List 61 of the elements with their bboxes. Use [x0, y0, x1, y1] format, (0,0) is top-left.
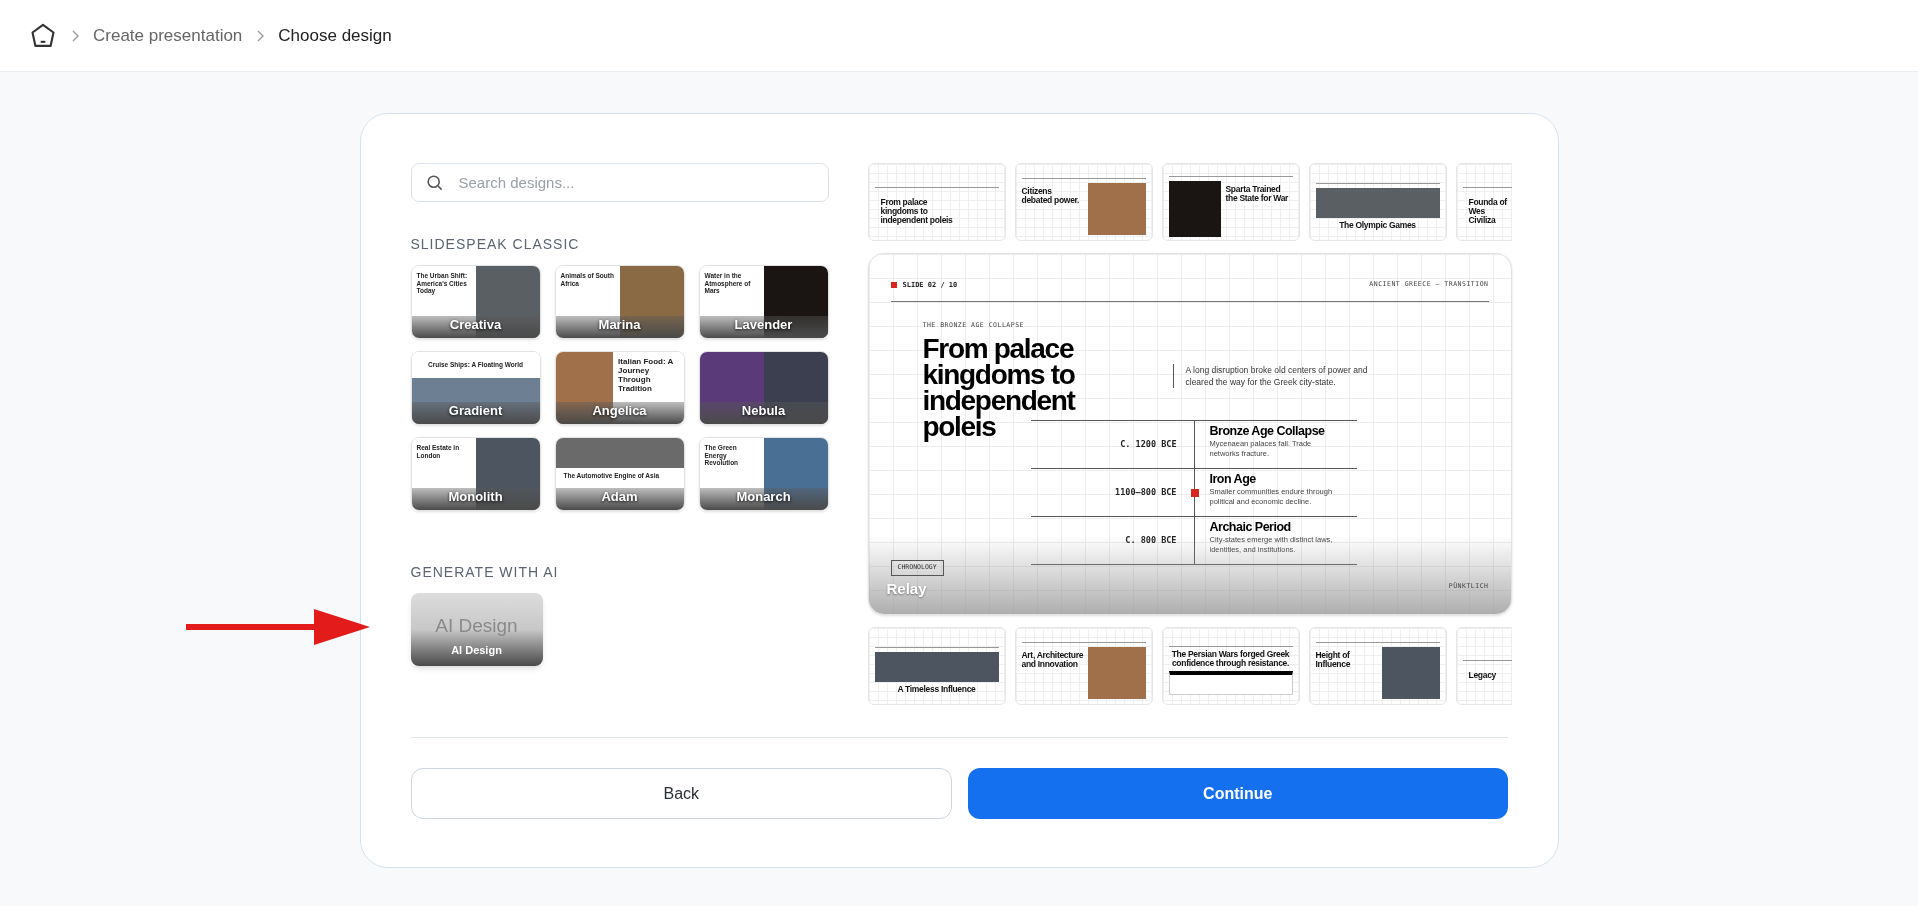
slide-heading: From palace kingdoms to independent poleis [922, 336, 1077, 441]
back-button[interactable]: Back [410, 768, 952, 819]
slide-thumbnail[interactable]: Height of Influence [1308, 627, 1447, 705]
search-icon [424, 173, 444, 192]
design-label: Marina [598, 315, 641, 334]
slide-title: Height of Influence [1315, 650, 1352, 669]
design-card[interactable]: Nebula [698, 351, 829, 425]
design-label: Gradient [448, 401, 503, 420]
slide-title: The Persian Wars forged Greek confidence through resistance. [1170, 649, 1291, 668]
timeline-date: C. 1200 BCE [1120, 438, 1177, 452]
photo-placeholder [1381, 646, 1440, 699]
photo-placeholder [1168, 180, 1221, 237]
slide-preview[interactable] [867, 253, 1512, 615]
slide-thumbnail[interactable]: Art, Architecture and Innovation [1014, 627, 1153, 705]
chevron-icon [256, 29, 265, 42]
home-icon[interactable] [29, 21, 57, 50]
slide-thumbnail[interactable]: Citizens debated power. [1014, 163, 1153, 241]
slide-title: Legacy [1468, 671, 1497, 680]
chevron-icon [71, 29, 79, 42]
design-label: Monarch [736, 487, 791, 506]
design-label: Relay [886, 578, 927, 599]
slide-thumbnail[interactable]: Founda of Wes Civiliza [1455, 163, 1512, 241]
timeline-heading: Bronze Age Collapse [1209, 424, 1326, 440]
slide-thumbnail[interactable]: The Olympic Games [1308, 163, 1447, 241]
breadcrumb-link[interactable]: Choose design [278, 22, 392, 49]
timeline-date: C. 800 BCE [1125, 534, 1177, 548]
slide-title: Citizens debated power. [1021, 186, 1081, 205]
section-heading: SLIDESPEAK CLASSIC [410, 235, 581, 254]
design-label: Lavender [734, 315, 793, 334]
continue-button[interactable]: Continue [968, 768, 1508, 819]
ai-design-preview-text: AI Design [434, 614, 519, 638]
slide-title: A Timeless Influence [897, 684, 976, 694]
slide-title: The Olympic Games [1339, 220, 1416, 230]
slide-thumbnail[interactable]: The Persian Wars forged Greek confidence through resistance. [1161, 627, 1300, 705]
design-label: Nebula [741, 401, 786, 420]
slide-title: Sparta Trained the State for War [1225, 184, 1290, 203]
section-heading: GENERATE WITH AI [410, 563, 560, 582]
breadcrumb-link[interactable]: Create presentation [93, 22, 243, 49]
slide-summary: A long disruption broke old centers of power and cleared the way for the Greek city-state. [1185, 363, 1369, 388]
slide-title: From palace kingdoms to independent poleis [880, 198, 954, 225]
slide-title: Art, Architecture and Innovation [1021, 650, 1084, 669]
timeline-heading: Iron Age [1209, 472, 1257, 488]
photo-placeholder [1087, 182, 1146, 235]
design-card[interactable]: Italian Food: A Journey Through Tradition Angelica [554, 351, 685, 425]
ai-design-card[interactable]: AI Design AI Design [410, 593, 543, 666]
slide-thumbnail[interactable]: Sparta Trained the State for War [1161, 163, 1300, 241]
slide-title: Italian Food: A Journey Through Tradition [618, 357, 675, 393]
search-field[interactable]: Search designs... [410, 163, 829, 202]
slide-title: Founda of Wes Civiliza [1468, 198, 1508, 225]
design-label: Creativa [449, 315, 502, 334]
design-label: Adam [601, 487, 638, 506]
slide-thumbnail[interactable]: From palace kingdoms to independent poleis [867, 163, 1006, 241]
photo-placeholder [1087, 646, 1146, 699]
design-label: AI Design [450, 642, 503, 658]
design-label: Monolith [448, 487, 503, 506]
timeline-heading: Archaic Period [1209, 520, 1292, 536]
slide-thumbnail[interactable]: A Timeless Influence [867, 627, 1006, 705]
slide-thumbnail[interactable]: Legacy [1455, 627, 1512, 705]
square-icon [890, 282, 897, 289]
design-label: Angelica [592, 401, 647, 420]
timeline-date: 1100–800 BCE [1115, 486, 1177, 500]
